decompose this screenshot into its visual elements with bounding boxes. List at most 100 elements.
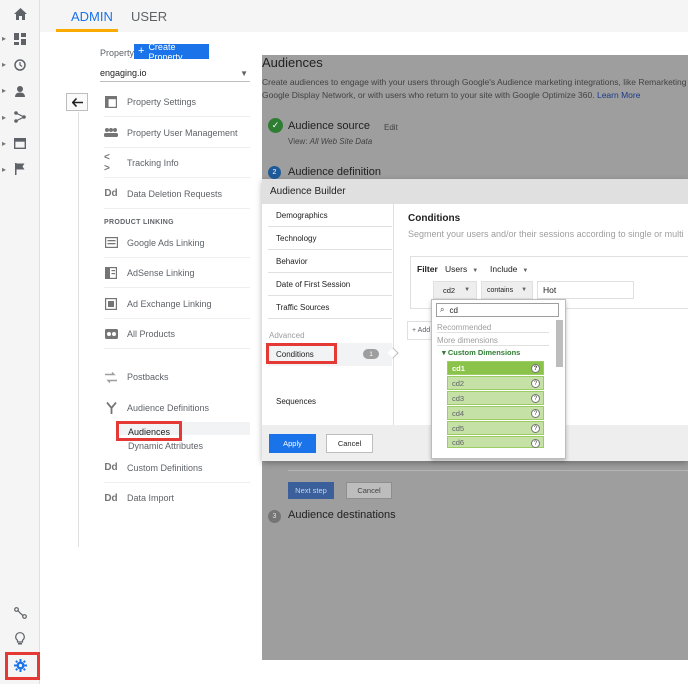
next-step-button[interactable]: Next step — [288, 482, 334, 499]
option-cd3[interactable]: cd3? — [447, 391, 544, 405]
menu-label: Postbacks — [127, 372, 169, 382]
add-filter-button[interactable]: + Add — [407, 321, 433, 340]
connections-icon[interactable] — [10, 603, 30, 623]
cancel-button[interactable]: Cancel — [326, 434, 373, 453]
filter-mode-value: Include — [490, 264, 518, 274]
help-icon[interactable]: ? — [531, 424, 540, 433]
help-icon[interactable]: ? — [531, 439, 540, 448]
expand-arrow-icon[interactable]: ▸ — [2, 60, 10, 70]
admin-user-tabs: ADMIN USER — [40, 0, 688, 32]
menu-label: Custom Definitions — [127, 462, 203, 473]
plus-icon: + — [138, 45, 145, 57]
behavior-icon[interactable] — [10, 133, 30, 153]
lightbulb-icon[interactable] — [10, 628, 30, 648]
acquisition-icon[interactable] — [10, 107, 30, 127]
product-linking-heading: PRODUCT LINKING — [104, 219, 174, 226]
expand-arrow-icon[interactable]: ▸ — [2, 139, 10, 149]
ad-exchange-icon — [104, 297, 118, 311]
menu-user-management[interactable]: Property User Management — [104, 118, 250, 148]
home-icon[interactable] — [10, 4, 30, 24]
menu-tracking-info[interactable]: < > Tracking Info — [104, 148, 250, 178]
expand-arrow-icon[interactable]: ▸ — [2, 34, 10, 44]
filter-scope-dropdown[interactable]: Users ▼ — [445, 264, 478, 274]
category-behavior[interactable]: Behavior — [268, 250, 392, 273]
group-custom-dimensions[interactable]: ▾ Custom Dimensions — [442, 348, 520, 357]
menu-property-settings[interactable]: Property Settings — [104, 87, 250, 117]
category-demographics[interactable]: Demographics — [268, 204, 392, 227]
search-value: cd — [449, 305, 458, 315]
option-label: cd6 — [452, 437, 465, 447]
menu-audience-definitions[interactable]: Audience Definitions — [104, 393, 250, 423]
apply-button[interactable]: Apply — [269, 434, 316, 453]
edit-source-link[interactable]: Edit — [384, 123, 398, 132]
group-recommended[interactable]: Recommended — [437, 323, 549, 333]
option-cd4[interactable]: cd4? — [447, 406, 544, 420]
condition-value-input[interactable]: Hot — [537, 281, 634, 299]
help-icon[interactable]: ? — [531, 409, 540, 418]
person-icon[interactable] — [10, 81, 30, 101]
category-technology[interactable]: Technology — [268, 227, 392, 250]
option-label: cd2 — [452, 378, 465, 388]
step-number-2: 2 — [268, 166, 281, 179]
create-property-button[interactable]: + Create Property — [134, 42, 209, 62]
category-sequences[interactable]: Sequences — [268, 390, 392, 413]
property-select[interactable]: engaging.io ▼ — [100, 68, 250, 82]
all-products-icon — [104, 327, 118, 341]
menu-data-import[interactable]: Dd Data Import — [104, 483, 250, 513]
learn-more-link[interactable]: Learn More — [597, 90, 640, 100]
expand-arrow-icon[interactable]: ▸ — [2, 165, 10, 175]
tab-user[interactable]: USER — [131, 9, 167, 24]
caret-down-icon: ▼ — [521, 287, 528, 293]
menu-label: AdSense Linking — [127, 267, 195, 278]
advanced-label: Advanced — [269, 331, 305, 340]
dimension-select[interactable]: cd2 ▼ — [433, 281, 477, 299]
dimension-search-input[interactable]: ⌕ cd — [436, 303, 559, 317]
submenu-dynamic-attributes[interactable]: Dynamic Attributes — [128, 441, 203, 451]
help-icon[interactable]: ? — [531, 364, 540, 373]
option-cd5[interactable]: cd5? — [447, 421, 544, 435]
menu-adsense-linking[interactable]: AdSense Linking — [104, 258, 250, 288]
expand-arrow-icon[interactable]: ▸ — [2, 86, 10, 96]
menu-label: Data Deletion Requests — [127, 188, 223, 199]
back-arrow-button[interactable] — [66, 93, 88, 111]
operator-select[interactable]: contains ▼ — [481, 281, 533, 299]
filter-scope-value: Users — [445, 264, 468, 274]
operator-value: contains — [487, 286, 514, 294]
menu-data-deletion[interactable]: Dd Data Deletion Requests — [104, 179, 250, 209]
dashboard-icon[interactable] — [10, 29, 30, 49]
filter-label: Filter — [417, 264, 438, 274]
view-value: All Web Site Data — [309, 137, 373, 146]
dd-icon: Dd — [104, 188, 118, 199]
filter-mode-dropdown[interactable]: Include ▼ — [490, 264, 528, 274]
option-cd6[interactable]: cd6? — [447, 436, 544, 448]
option-label: cd5 — [452, 423, 465, 433]
caret-down-icon: ▼ — [522, 268, 529, 274]
menu-label: Google Ads Linking — [127, 237, 205, 248]
category-traffic-sources[interactable]: Traffic Sources — [268, 296, 392, 319]
cancel-step-button[interactable]: Cancel — [346, 482, 392, 499]
menu-all-products[interactable]: All Products — [104, 319, 250, 349]
flag-icon[interactable] — [10, 159, 30, 179]
menu-postbacks[interactable]: Postbacks — [104, 362, 250, 392]
conditions-count-badge: 1 — [363, 349, 379, 359]
group-more-dimensions[interactable]: More dimensions — [437, 336, 549, 346]
tab-admin[interactable]: ADMIN — [71, 9, 113, 24]
dialog-divider — [393, 204, 394, 425]
option-cd2[interactable]: cd2? — [447, 376, 544, 390]
clock-icon[interactable] — [10, 55, 30, 75]
menu-custom-definitions[interactable]: Dd Custom Definitions — [104, 453, 250, 483]
help-icon[interactable]: ? — [531, 379, 540, 388]
dropdown-scrollbar[interactable] — [556, 320, 563, 367]
category-date-first-session[interactable]: Date of First Session — [268, 273, 392, 296]
page-title: Audiences — [262, 55, 323, 70]
menu-ad-exchange-linking[interactable]: Ad Exchange Linking — [104, 289, 250, 319]
caret-down-icon: ▼ — [240, 69, 248, 78]
menu-label: All Products — [127, 328, 176, 339]
view-label: View: — [288, 137, 308, 146]
menu-google-ads-linking[interactable]: Google Ads Linking — [104, 228, 250, 258]
option-cd1[interactable]: cd1? — [447, 361, 544, 375]
expand-arrow-icon[interactable]: ▸ — [2, 113, 10, 123]
caret-down-icon: ▼ — [472, 268, 479, 274]
admin-property-column: Property + Create Property engaging.io ▼… — [54, 32, 262, 684]
help-icon[interactable]: ? — [531, 394, 540, 403]
